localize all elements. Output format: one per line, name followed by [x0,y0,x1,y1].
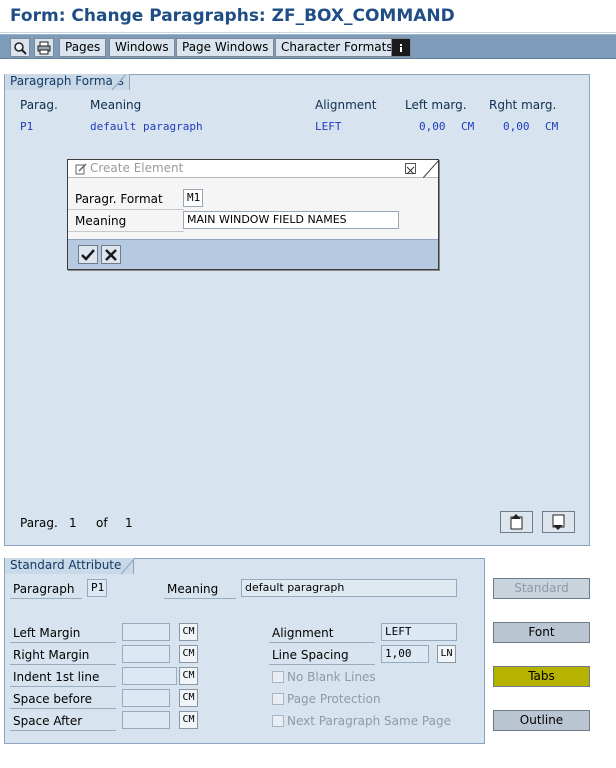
page-down-icon [552,514,564,530]
right-margin-field[interactable] [122,645,170,663]
row-left-unit: CM [461,120,475,133]
application-toolbar: Pages Windows Page Windows Character For… [0,34,616,59]
title-bar-slant [423,160,439,178]
no-blank-lines-label: No Blank Lines [287,670,376,684]
next-paragraph-same-page-label: Next Paragraph Same Page [287,714,451,728]
meaning-field[interactable]: default paragraph [241,579,457,597]
row-rght-marg[interactable]: 0,00 [503,120,530,133]
line-spacing-unit[interactable]: LN [437,645,456,663]
pager-current: 1 [69,516,77,530]
row-left-marg[interactable]: 0,00 [419,120,446,133]
previous-page-button[interactable] [500,511,533,533]
row-divider [68,231,184,232]
pager-total: 1 [125,516,133,530]
right-margin-unit[interactable]: CM [179,645,198,663]
label-underline [10,730,116,731]
checkmark-icon [81,248,95,261]
label-underline [10,708,116,709]
meaning-label: Meaning [167,582,219,596]
character-formats-button[interactable]: Character Formats [275,38,399,57]
font-button[interactable]: Font [493,622,590,643]
tab-slant-decoration [112,74,126,91]
label-underline [164,598,236,599]
page-protection-label: Page Protection [287,692,381,706]
dialog-title-bar: Create Element [68,160,439,178]
cancel-button[interactable] [101,245,121,264]
next-paragraph-same-page-checkbox[interactable] [272,715,284,727]
column-header-meaning: Meaning [90,98,142,112]
right-margin-label: Right Margin [13,648,90,662]
dialog-meaning-label: Meaning [75,214,127,228]
paragraph-field[interactable]: P1 [87,579,107,597]
page-up-icon [510,514,522,530]
create-element-dialog: Create Element Paragr. Format M1 Meaning… [67,159,439,270]
left-margin-label: Left Margin [13,626,81,640]
dialog-meaning-field[interactable]: MAIN WINDOW FIELD NAMES [183,211,399,229]
row-rght-unit: CM [545,120,559,133]
pager-of: of [96,516,108,530]
space-after-field[interactable] [122,711,170,729]
dialog-button-bar [68,239,438,269]
indent-first-line-unit[interactable]: CM [179,667,198,685]
label-underline [10,686,116,687]
page-protection-checkbox[interactable] [272,693,284,705]
paragraph-formats-panel [4,74,590,546]
info-icon[interactable] [391,38,411,57]
column-header-parag: Parag. [20,98,58,112]
row-alignment[interactable]: LEFT [315,120,342,133]
page-title: Form: Change Paragraphs: ZF_BOX_COMMAND [10,6,455,26]
create-icon [75,163,87,175]
space-after-unit[interactable]: CM [179,711,198,729]
pages-button[interactable]: Pages [59,38,107,57]
cancel-icon [105,248,117,261]
outline-button[interactable]: Outline [493,710,590,731]
row-parag[interactable]: P1 [20,120,33,133]
title-divider [0,32,616,33]
alignment-label: Alignment [272,626,334,640]
standard-attributes-tab-label: Standard Attributes [5,558,134,574]
paragr-format-label: Paragr. Format [75,192,163,206]
page-windows-button[interactable]: Page Windows [176,38,275,57]
paragr-format-field[interactable]: M1 [183,189,203,207]
label-underline [10,664,116,665]
left-margin-unit[interactable]: CM [179,623,198,641]
label-underline [10,642,116,643]
line-spacing-field[interactable]: 1,00 [381,645,429,663]
paragraph-label: Paragraph [13,582,75,596]
next-page-button[interactable] [542,511,575,533]
confirm-button[interactable] [78,245,98,264]
alignment-field[interactable]: LEFT [381,623,457,641]
tab-slant-decoration [121,558,135,575]
label-underline [269,642,375,643]
pager-label: Parag. [20,516,58,530]
search-icon[interactable] [10,38,30,57]
column-header-alignment: Alignment [315,98,377,112]
dialog-title: Create Element [90,161,184,175]
column-header-left-marg: Left marg. [405,98,467,112]
tabs-button[interactable]: Tabs [493,666,590,687]
row-divider [68,209,184,210]
no-blank-lines-checkbox[interactable] [272,671,284,683]
space-before-field[interactable] [122,689,170,707]
left-margin-field[interactable] [122,623,170,641]
line-spacing-label: Line Spacing [272,648,349,662]
indent-first-line-label: Indent 1st line [13,670,100,684]
space-after-label: Space After [13,714,83,728]
label-underline [269,664,375,665]
space-before-label: Space before [13,692,93,706]
column-header-rght-marg: Rght marg. [489,98,557,112]
windows-button[interactable]: Windows [109,38,175,57]
standard-button[interactable]: Standard [493,578,590,599]
row-meaning[interactable]: default paragraph [90,120,203,133]
space-before-unit[interactable]: CM [179,689,198,707]
print-preview-icon[interactable] [34,38,54,57]
label-underline [10,598,82,599]
indent-first-line-field[interactable] [122,667,177,685]
close-icon[interactable] [405,163,416,175]
